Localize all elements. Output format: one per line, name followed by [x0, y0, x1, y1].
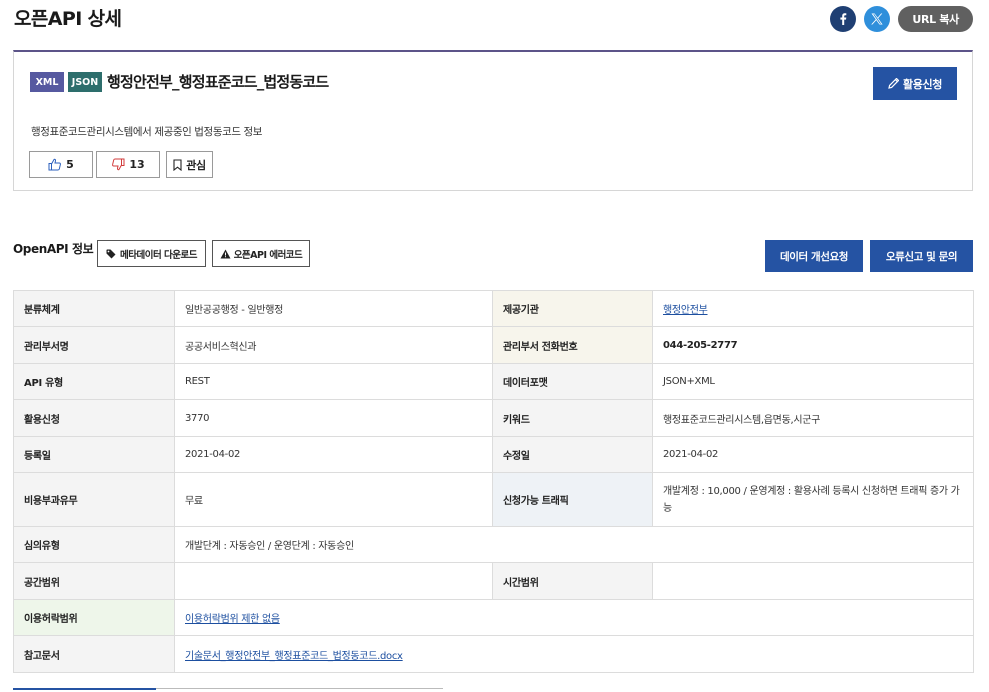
- api-type-label: API 유형: [13, 363, 175, 400]
- x-share-button[interactable]: [864, 6, 891, 32]
- traffic-label: 신청가능 트래픽: [492, 472, 653, 527]
- table-row: 관리부서명 공공서비스혁신과 관리부서 전화번호 044-205-2777: [13, 326, 974, 364]
- page-title: 오픈API 상세: [14, 8, 122, 30]
- table-row: 활용신청 3770 키워드 행정표준코드관리시스템,읍면동,시군구: [13, 399, 974, 437]
- openapi-info-table: 분류체계 일반공공행정 - 일반행정 제공기관 행정안전부 관리부서명 공공서비…: [13, 290, 974, 673]
- provider-link[interactable]: 행정안전부: [663, 305, 708, 316]
- share-bar: URL 복사: [830, 6, 973, 32]
- reference-doc-link[interactable]: 기술문서_행정안전부_행정표준코드_법정동코드.docx: [185, 651, 403, 662]
- thumbs-up-icon: [48, 158, 62, 171]
- error-report-button[interactable]: 오류신고 및 문의: [870, 240, 973, 272]
- phone-value: 044-205-2777: [652, 326, 974, 364]
- fee-label: 비용부과유무: [13, 472, 175, 527]
- registered-value: 2021-04-02: [174, 436, 493, 473]
- dislike-button[interactable]: 13: [96, 151, 160, 178]
- xml-tag: XML: [30, 72, 64, 92]
- format-label: 데이터포맷: [492, 363, 653, 400]
- license-link[interactable]: 이용허락범위 제한 없음: [185, 614, 280, 625]
- provider-label: 제공기관: [492, 290, 653, 327]
- error-code-button[interactable]: 오픈API 에러코드: [212, 240, 310, 267]
- bookmark-icon: [173, 158, 182, 171]
- temporal-value: [652, 562, 974, 600]
- api-type-value: REST: [174, 363, 493, 400]
- pencil-icon: [888, 78, 900, 89]
- modified-label: 수정일: [492, 436, 653, 473]
- interest-button[interactable]: 관심: [166, 151, 213, 178]
- api-description: 행정표준코드관리시스템에서 제공중인 법정동코드 정보: [31, 126, 263, 138]
- table-row: 분류체계 일반공공행정 - 일반행정 제공기관 행정안전부: [13, 290, 974, 327]
- keyword-value: 행정표준코드관리시스템,읍면동,시군구: [652, 399, 974, 437]
- table-row: 이용허락범위 이용허락범위 제한 없음: [13, 599, 974, 636]
- like-count: 5: [66, 158, 74, 171]
- json-tag: JSON: [68, 72, 102, 92]
- openapi-section-title: OpenAPI 정보: [13, 242, 94, 256]
- table-row: 참고문서 기술문서_행정안전부_행정표준코드_법정동코드.docx: [13, 635, 974, 673]
- thumbs-down-icon: [112, 158, 125, 171]
- x-twitter-icon: [871, 13, 883, 25]
- dept-value: 공공서비스혁신과: [174, 326, 493, 364]
- metadata-download-label: 메타데이터 다운로드: [120, 249, 197, 261]
- keyword-label: 키워드: [492, 399, 653, 437]
- traffic-value: 개발계정 : 10,000 / 운영계정 : 활용사례 등록시 신청하면 트래픽…: [652, 472, 974, 527]
- error-code-label: 오픈API 에러코드: [233, 249, 303, 261]
- dept-label: 관리부서명: [13, 326, 175, 364]
- like-button[interactable]: 5: [29, 151, 93, 178]
- format-value: JSON+XML: [652, 363, 974, 400]
- registered-label: 등록일: [13, 436, 175, 473]
- classification-label: 분류체계: [13, 290, 175, 327]
- facebook-icon: [840, 13, 847, 25]
- metadata-download-button[interactable]: 메타데이터 다운로드: [97, 240, 206, 267]
- url-copy-button[interactable]: URL 복사: [898, 6, 973, 32]
- reference-label: 참고문서: [13, 635, 175, 673]
- spatial-label: 공간범위: [13, 562, 175, 600]
- dislike-count: 13: [129, 158, 145, 171]
- api-summary-card: XML JSON 행정안전부_행정표준코드_법정동코드 활용신청 행정표준코드관…: [13, 50, 973, 191]
- api-title: 행정안전부_행정표준코드_법정동코드: [107, 73, 329, 91]
- apply-count-value: 3770: [174, 399, 493, 437]
- fee-value: 무료: [174, 472, 493, 527]
- spatial-value: [174, 562, 493, 600]
- table-row: 등록일 2021-04-02 수정일 2021-04-02: [13, 436, 974, 473]
- temporal-label: 시간범위: [492, 562, 653, 600]
- interest-label: 관심: [186, 158, 206, 172]
- apply-count-label: 활용신청: [13, 399, 175, 437]
- apply-button[interactable]: 활용신청: [873, 67, 957, 100]
- tab-active-indicator[interactable]: [13, 688, 156, 690]
- tab-bar: [13, 688, 443, 692]
- review-label: 심의유형: [13, 526, 175, 563]
- table-row: 심의유형 개발단계 : 자동승인 / 운영단계 : 자동승인: [13, 526, 974, 563]
- apply-button-label: 활용신청: [903, 77, 942, 91]
- table-row: 비용부과유무 무료 신청가능 트래픽 개발계정 : 10,000 / 운영계정 …: [13, 472, 974, 527]
- modified-value: 2021-04-02: [652, 436, 974, 473]
- phone-label: 관리부서 전화번호: [492, 326, 653, 364]
- review-value: 개발단계 : 자동승인 / 운영단계 : 자동승인: [174, 526, 974, 563]
- warning-icon: [220, 249, 231, 258]
- license-label: 이용허락범위: [13, 599, 175, 636]
- data-improve-request-button[interactable]: 데이터 개선요청: [765, 240, 863, 272]
- table-row: API 유형 REST 데이터포맷 JSON+XML: [13, 363, 974, 400]
- classification-value: 일반공공행정 - 일반행정: [174, 290, 493, 327]
- table-row: 공간범위 시간범위: [13, 562, 974, 600]
- facebook-share-button[interactable]: [830, 6, 857, 32]
- tag-icon: [106, 249, 116, 258]
